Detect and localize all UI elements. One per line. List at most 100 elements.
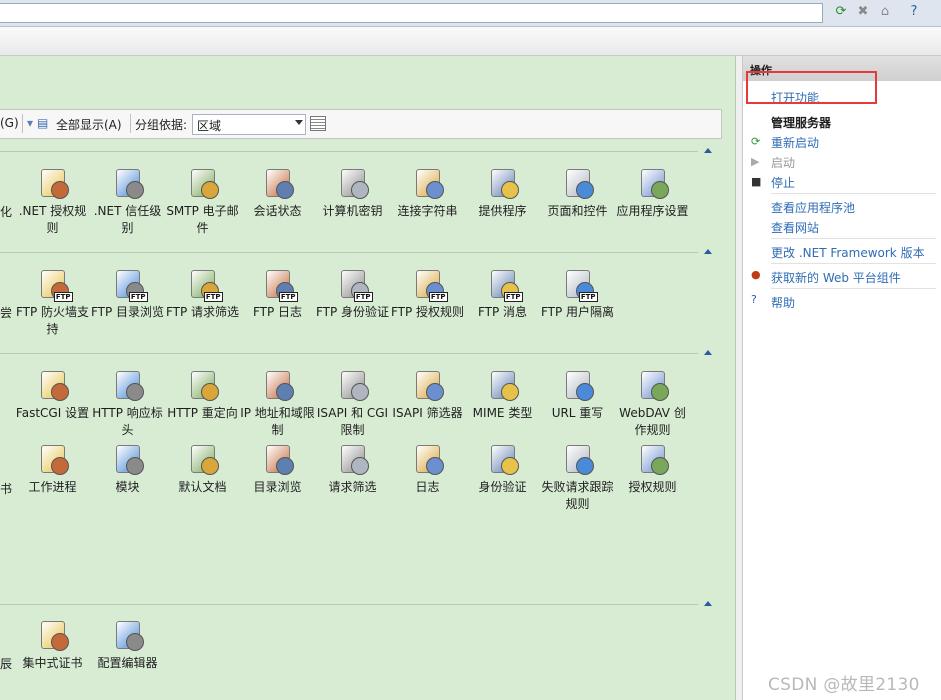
go-shortcut[interactable]: (G): [0, 116, 19, 130]
feature-item[interactable]: 身份验证: [465, 443, 540, 496]
watermark: CSDN @故里2130: [768, 675, 920, 695]
provider-icon: [487, 167, 519, 199]
feature-item[interactable]: HTTP 响应标头: [90, 369, 165, 439]
feature-item[interactable]: 默认文档: [165, 443, 240, 496]
change-net-version-link[interactable]: 更改 .NET Framework 版本: [771, 244, 925, 261]
feature-label: WebDAV 创作规则: [619, 406, 686, 437]
feature-item[interactable]: 计算机密钥: [315, 167, 390, 220]
feature-item[interactable]: 会话状态: [240, 167, 315, 220]
collapse-group-icon[interactable]: [704, 148, 712, 153]
get-web-components-link[interactable]: 获取新的 Web 平台组件: [771, 269, 901, 286]
feature-item[interactable]: FTP FTP 日志: [240, 268, 315, 321]
feature-label: 会话状态: [253, 204, 302, 218]
help-icon[interactable]: ?: [905, 3, 923, 21]
feature-item[interactable]: MIME 类型: [465, 369, 540, 422]
feature-item[interactable]: .NET 授权规则: [15, 167, 90, 237]
feature-item[interactable]: IP 地址和域限制: [240, 369, 315, 439]
stop-link[interactable]: 停止: [771, 174, 795, 191]
req-filter-icon: [337, 443, 369, 475]
feature-label: 提供程序: [478, 204, 527, 218]
stop-square-icon: ■: [751, 175, 762, 188]
feature-item[interactable]: ISAPI 和 CGI 限制: [315, 369, 390, 439]
stop-icon[interactable]: ✖: [854, 3, 872, 21]
collapse-group-icon[interactable]: [704, 350, 712, 355]
ftp-badge-icon: FTP: [353, 292, 373, 302]
feature-item[interactable]: WebDAV 创作规则: [615, 369, 690, 439]
feature-label: FTP 授权规则: [390, 305, 465, 319]
menu-strip: [0, 27, 941, 56]
feature-item[interactable]: 应用程序设置: [615, 167, 690, 220]
response-header-icon: [112, 369, 144, 401]
feature-label: FTP 日志: [252, 305, 303, 319]
feature-item[interactable]: FTP FTP 防火墙支持: [15, 268, 90, 338]
feature-label: URL 重写: [551, 406, 604, 420]
app-settings-icon: [637, 167, 669, 199]
feature-item[interactable]: URL 重写: [540, 369, 615, 422]
top-toolbar: ⟳ ✖ ⌂ ?: [0, 0, 941, 27]
view-sites-link[interactable]: 查看网站: [771, 219, 819, 236]
feature-label: MIME 类型: [472, 406, 533, 420]
feature-label: 请求筛选: [328, 480, 377, 494]
feature-item[interactable]: FTP FTP 授权规则: [390, 268, 465, 321]
home-icon[interactable]: ⌂: [876, 3, 894, 21]
collapse-group-icon[interactable]: [704, 601, 712, 606]
feature-item[interactable]: 目录浏览: [240, 443, 315, 496]
feature-label: FTP 消息: [477, 305, 528, 319]
dir-browse-icon: [262, 443, 294, 475]
modules-icon: [112, 443, 144, 475]
feature-label: 连接字符串: [397, 204, 458, 218]
user-isolation-icon: FTP: [562, 268, 598, 302]
feature-item[interactable]: 工作进程: [15, 443, 90, 496]
cut-label: 化: [0, 205, 13, 219]
feature-label: .NET 授权规则: [18, 204, 87, 235]
feature-label: IP 地址和域限制: [240, 406, 315, 437]
feature-item[interactable]: FTP FTP 请求筛选: [165, 268, 240, 321]
feature-item[interactable]: 提供程序: [465, 167, 540, 220]
collapse-group-icon[interactable]: [704, 249, 712, 254]
show-all-button[interactable]: 全部显示(A): [56, 116, 122, 133]
feature-item[interactable]: ISAPI 筛选器: [390, 369, 465, 422]
directory-browse-icon: FTP: [112, 268, 148, 302]
chevron-down-icon: [295, 120, 303, 125]
feature-item[interactable]: FTP FTP 目录浏览: [90, 268, 165, 321]
feature-label: FTP 用户隔离: [540, 305, 615, 319]
feature-label: FTP 防火墙支持: [15, 305, 90, 336]
view-mode-icon[interactable]: [310, 116, 326, 131]
feature-item[interactable]: 连接字符串: [390, 167, 465, 220]
restart-link[interactable]: 重新启动: [771, 134, 819, 151]
refresh-green-icon[interactable]: ⟳: [832, 3, 850, 21]
feature-item[interactable]: FastCGI 设置: [15, 369, 90, 422]
feature-item[interactable]: FTP FTP 用户隔离: [540, 268, 615, 321]
highlight-box: [746, 71, 877, 104]
feature-item[interactable]: SMTP 电子邮件: [165, 167, 240, 237]
view-app-pools-link[interactable]: 查看应用程序池: [771, 199, 855, 216]
ftp-badge-icon: FTP: [128, 292, 148, 302]
feature-item[interactable]: 失败请求跟踪规则: [540, 443, 615, 513]
feature-item[interactable]: 日志: [390, 443, 465, 496]
cut-label: 书: [0, 482, 13, 496]
address-bar[interactable]: [0, 3, 823, 23]
feature-item[interactable]: HTTP 重定向: [165, 369, 240, 422]
feature-item[interactable]: 配置编辑器: [90, 619, 165, 672]
help-link[interactable]: 帮助: [771, 294, 795, 311]
feature-label: 授权规则: [628, 480, 677, 494]
feature-item[interactable]: 授权规则: [615, 443, 690, 496]
filter-icon: ▾: [27, 116, 34, 130]
feature-item[interactable]: .NET 信任级别: [90, 167, 165, 237]
cut-label: 辰: [0, 657, 13, 671]
feature-item[interactable]: 页面和控件: [540, 167, 615, 220]
feature-item[interactable]: 模块: [90, 443, 165, 496]
feature-item[interactable]: 请求筛选: [315, 443, 390, 496]
feature-label: 配置编辑器: [97, 656, 158, 670]
feature-item[interactable]: 集中式证书: [15, 619, 90, 672]
restart-icon: ⟳: [751, 135, 761, 148]
ftp-badge-icon: FTP: [53, 292, 73, 302]
webdav-icon: [637, 369, 669, 401]
group-by-select[interactable]: 区域: [192, 114, 306, 135]
feature-label: ISAPI 筛选器: [392, 406, 463, 420]
feature-item[interactable]: FTP FTP 消息: [465, 268, 540, 321]
page-controls-icon: [562, 167, 594, 199]
feature-label: 工作进程: [28, 480, 77, 494]
feature-label: HTTP 响应标头: [92, 406, 163, 437]
feature-item[interactable]: FTP FTP 身份验证: [315, 268, 390, 321]
